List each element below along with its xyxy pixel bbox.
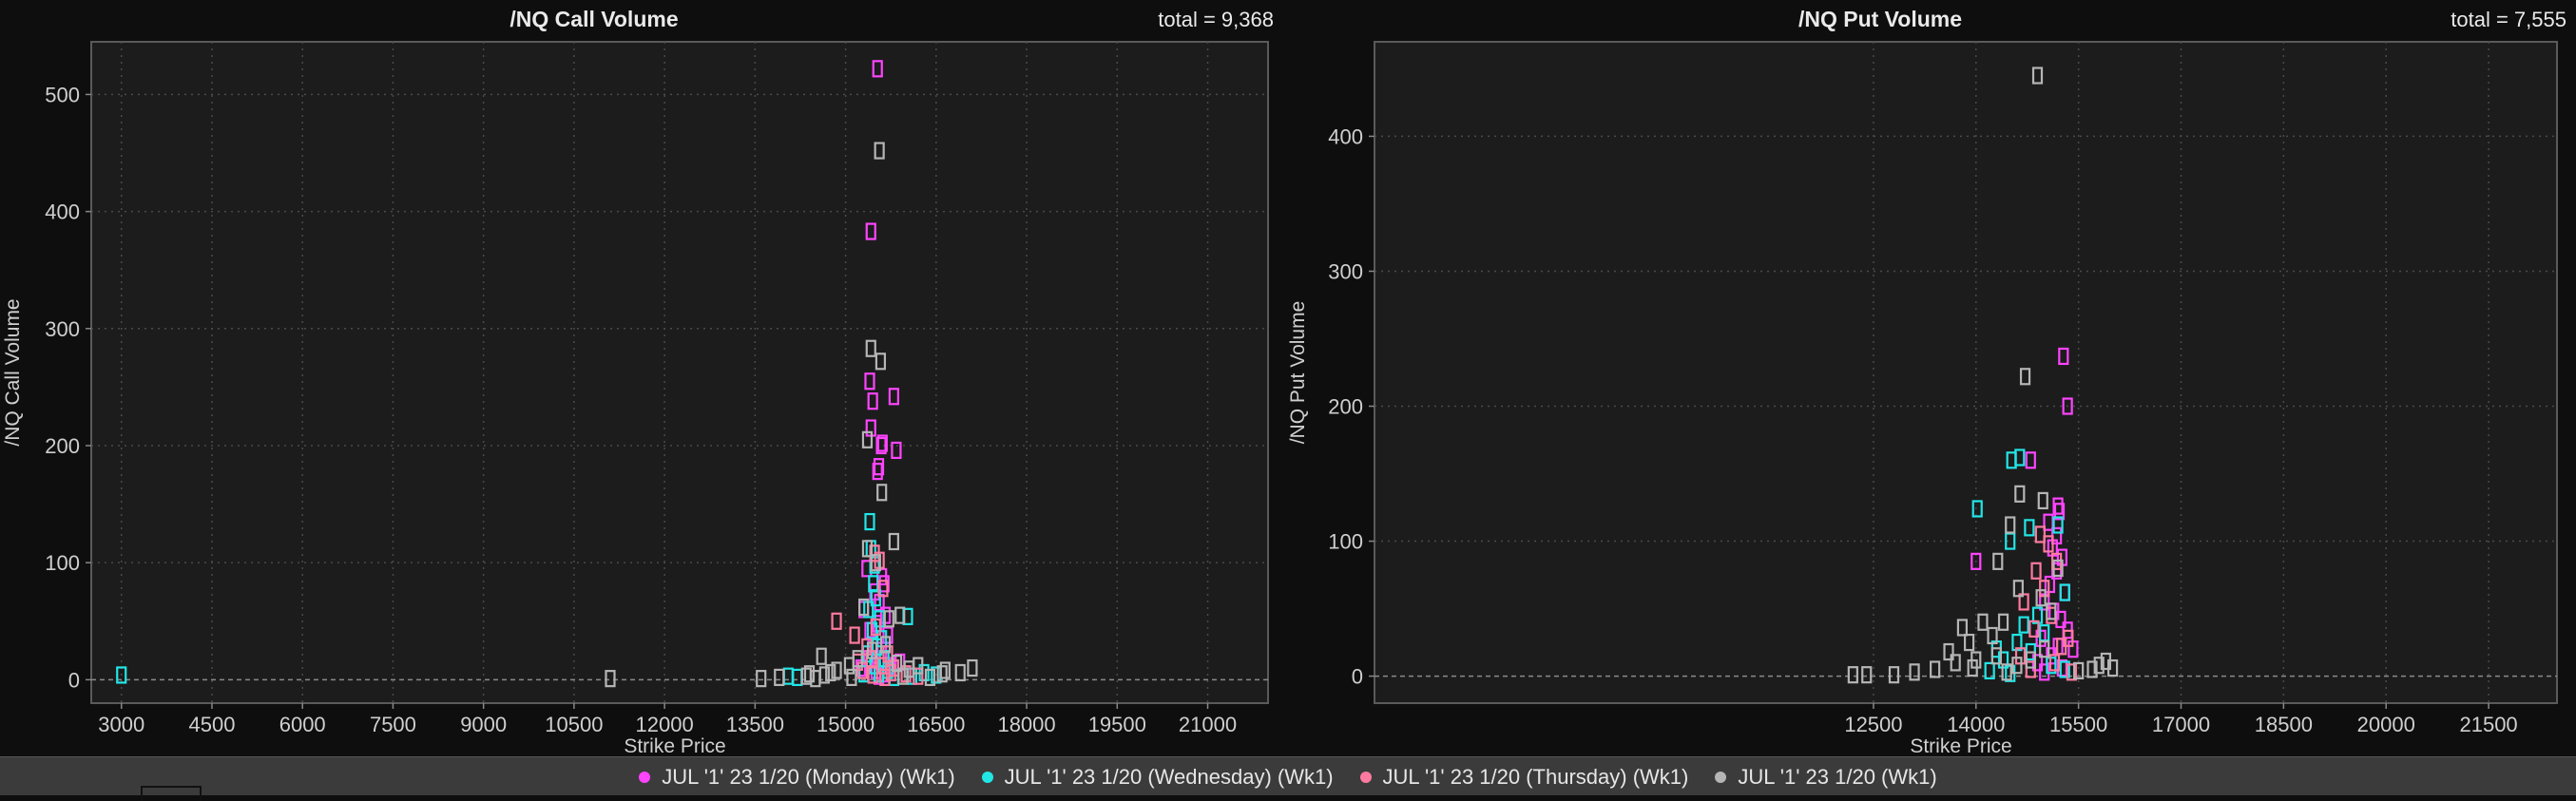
x-axis-label: Strike Price (624, 735, 725, 756)
legend-item-wk1[interactable]: JUL '1' 23 1/20 (Wk1) (1715, 765, 1937, 790)
legend-label-wednesday: JUL '1' 23 1/20 (Wednesday) (Wk1) (1004, 765, 1334, 789)
chart-total: total = 9,368 (1158, 8, 1274, 31)
plot-area (1374, 41, 2558, 704)
legend-label-monday: JUL '1' 23 1/20 (Monday) (Wk1) (662, 765, 955, 789)
chart-panel-1: /NQ Put Volume total = 7,555 12500 14000 155… (1287, 0, 2576, 756)
legend-dot-thursday (1359, 772, 1372, 783)
legend-item-thursday[interactable]: JUL '1' 23 1/20 (Thursday) (Wk1) (1359, 765, 1689, 790)
y-tick-label: 200 (45, 434, 80, 458)
y-tick-label: 100 (1328, 530, 1363, 554)
x-tick-label: 18000 (997, 713, 1055, 736)
x-tick-label: 15000 (817, 713, 875, 736)
x-tick-label: 18500 (2255, 713, 2313, 736)
chart-title: /NQ Put Volume (1798, 7, 1962, 31)
legend: JUL '1' 23 1/20 (Monday) (Wk1) JUL '1' 2… (0, 765, 2576, 790)
x-axis-label: Strike Price (1910, 735, 2011, 756)
legend-dot-wednesday (981, 772, 993, 783)
x-tick-label: 13500 (726, 713, 784, 736)
x-tick-label: 15500 (2049, 713, 2107, 736)
legend-bar: JUL '1' 23 1/20 (Monday) (Wk1) JUL '1' 2… (0, 756, 2576, 801)
y-tick-label: 400 (1328, 124, 1363, 148)
chart-title: /NQ Call Volume (509, 7, 678, 31)
x-tick-label: 12000 (636, 713, 694, 736)
x-tick-label: 14000 (1947, 713, 2005, 736)
charts-canvas: /NQ Call Volume total = 9,3683000 4500 6000… (0, 0, 2576, 756)
y-tick-label: 300 (45, 317, 80, 341)
x-tick-label: 17000 (2152, 713, 2210, 736)
x-tick-label: 4500 (188, 713, 235, 736)
x-tick-label: 12500 (1844, 713, 1902, 736)
y-tick-label: 0 (68, 668, 80, 692)
x-tick-label: 20000 (2357, 713, 2415, 736)
x-tick-label: 10500 (545, 713, 603, 736)
x-tick-label: 21500 (2459, 713, 2517, 736)
legend-label-wk1: JUL '1' 23 1/20 (Wk1) (1738, 765, 1937, 789)
y-tick-label: 0 (1352, 665, 1363, 689)
x-tick-label: 7500 (370, 713, 416, 736)
x-tick-label: 19500 (1088, 713, 1146, 736)
y-tick-label: 400 (45, 200, 80, 224)
chart-total: total = 7,555 (2451, 8, 2566, 31)
x-tick-label: 16500 (907, 713, 965, 736)
legend-item-monday[interactable]: JUL '1' 23 1/20 (Monday) (Wk1) (639, 765, 955, 790)
legend-label-thursday: JUL '1' 23 1/20 (Thursday) (Wk1) (1382, 765, 1689, 789)
legend-dot-monday (639, 772, 651, 783)
plot-area (90, 41, 1269, 704)
x-tick-label: 3000 (98, 713, 144, 736)
y-axis-label: /NQ Put Volume (1287, 301, 1309, 445)
chart-panel-0: /NQ Call Volume total = 9,3683000 4500 6000… (0, 0, 1283, 756)
y-tick-label: 200 (1328, 395, 1363, 419)
legend-item-wednesday[interactable]: JUL '1' 23 1/20 (Wednesday) (Wk1) (981, 765, 1334, 790)
y-axis-label: /NQ Call Volume (2, 298, 24, 446)
y-tick-label: 300 (1328, 259, 1363, 283)
y-tick-label: 500 (45, 83, 80, 106)
x-tick-label: 9000 (460, 713, 507, 736)
legend-dot-wk1 (1715, 772, 1727, 783)
x-tick-label: 6000 (279, 713, 326, 736)
x-tick-label: 21000 (1179, 713, 1237, 736)
y-tick-label: 100 (45, 551, 80, 575)
